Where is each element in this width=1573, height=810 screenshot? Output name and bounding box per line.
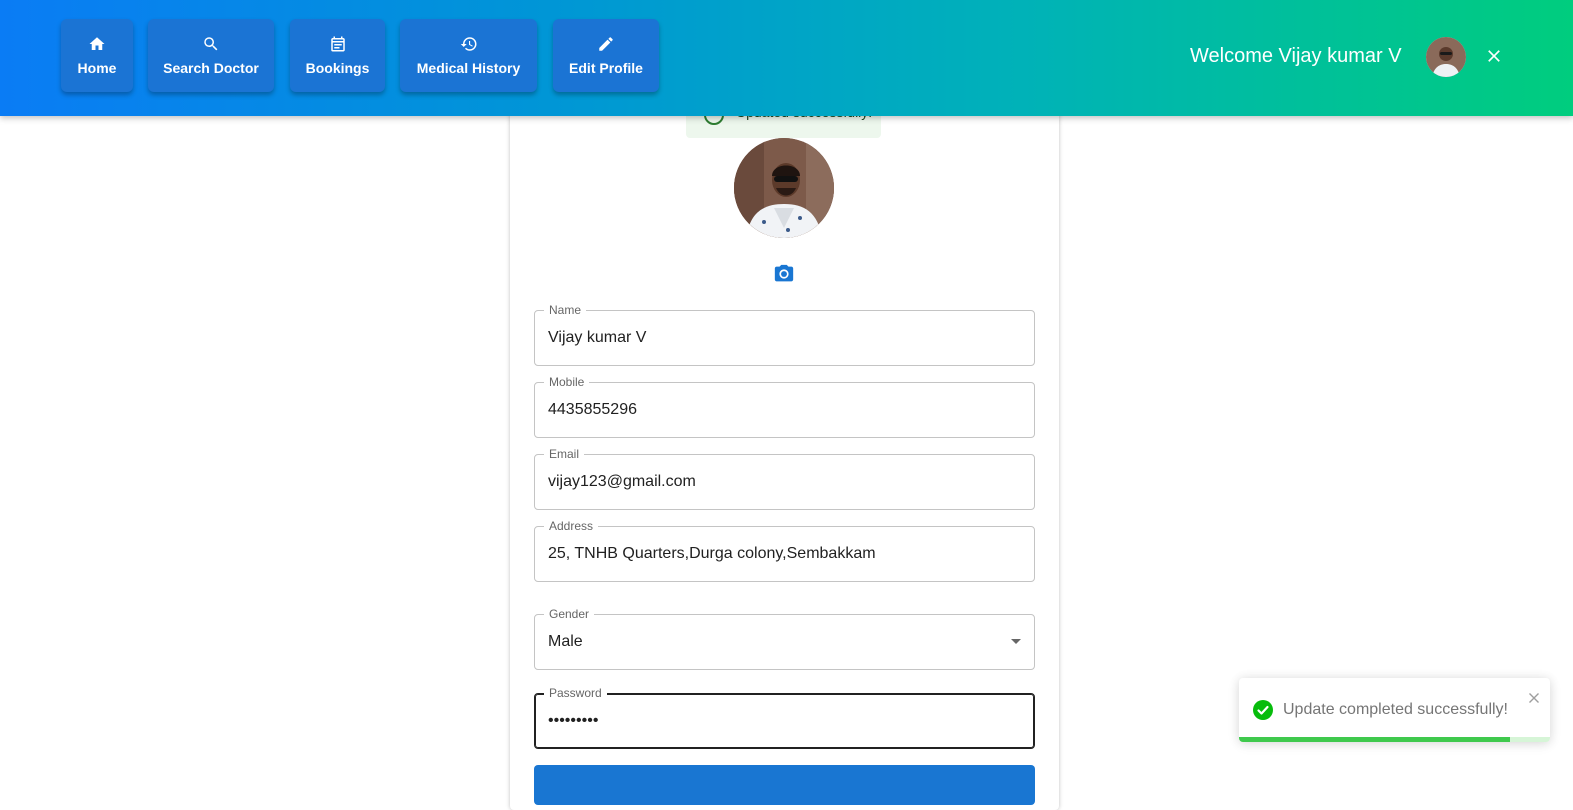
nav-edit-profile-button[interactable]: Edit Profile — [553, 19, 659, 92]
email-label: Email — [544, 447, 585, 461]
app-header: Home Search Doctor Bookings Medical Hist… — [0, 0, 1573, 116]
nav-medical-history-button[interactable]: Medical History — [400, 19, 537, 92]
history-icon — [460, 37, 476, 51]
mobile-label: Mobile — [544, 375, 590, 389]
update-button[interactable] — [534, 765, 1035, 805]
close-icon[interactable] — [1484, 46, 1504, 66]
nav-bookings-label: Bookings — [305, 60, 370, 76]
email-value[interactable]: vijay123@gmail.com — [548, 473, 994, 491]
address-label: Address — [544, 519, 599, 533]
home-icon — [89, 37, 105, 50]
email-field[interactable]: Email vijay123@gmail.com — [534, 447, 1035, 510]
nav-home-label: Home — [77, 60, 117, 76]
nav-medical-history-label: Medical History — [416, 60, 521, 76]
toast-progress-bar — [1239, 737, 1510, 742]
gender-label: Gender — [544, 607, 595, 621]
gender-value[interactable]: Male — [548, 633, 994, 651]
success-check-icon — [1253, 700, 1273, 720]
calendar-icon — [330, 36, 345, 52]
toast-progress-track — [1239, 737, 1550, 742]
nav-edit-profile-label: Edit Profile — [569, 60, 643, 76]
search-icon — [204, 37, 218, 51]
welcome-text: Welcome Vijay kumar V — [1190, 45, 1402, 67]
address-field[interactable]: Address 25, TNHB Quarters,Durga colony,S… — [534, 519, 1035, 582]
nav-home-button[interactable]: Home — [61, 19, 133, 92]
camera-icon[interactable] — [773, 263, 795, 285]
nav-search-doctor-button[interactable]: Search Doctor — [148, 19, 274, 92]
gender-select[interactable]: Gender Male — [534, 607, 1035, 670]
name-field[interactable]: Name Vijay kumar V — [534, 303, 1035, 366]
mobile-field[interactable]: Mobile 4435855296 — [534, 375, 1035, 438]
profile-photo-image — [734, 138, 834, 238]
chevron-down-icon[interactable] — [1011, 639, 1021, 644]
password-value[interactable]: ••••••••• — [548, 712, 994, 730]
nav-search-doctor-label: Search Doctor — [163, 60, 259, 76]
address-value[interactable]: 25, TNHB Quarters,Durga colony,Sembakkam — [548, 545, 994, 563]
avatar[interactable] — [1426, 37, 1466, 77]
toast-close-icon[interactable] — [1528, 692, 1540, 704]
name-label: Name — [544, 303, 587, 317]
toast-message: Update completed successfully! — [1283, 701, 1508, 718]
mobile-value[interactable]: 4435855296 — [548, 401, 994, 419]
password-label: Password — [544, 686, 607, 700]
profile-photo — [734, 138, 834, 238]
pencil-icon — [599, 37, 613, 51]
password-field[interactable]: Password ••••••••• — [534, 686, 1035, 749]
avatar-photo — [1426, 37, 1466, 77]
name-value[interactable]: Vijay kumar V — [548, 329, 994, 347]
nav-bookings-button[interactable]: Bookings — [290, 19, 385, 92]
toast-notification: Update completed successfully! — [1239, 678, 1550, 742]
